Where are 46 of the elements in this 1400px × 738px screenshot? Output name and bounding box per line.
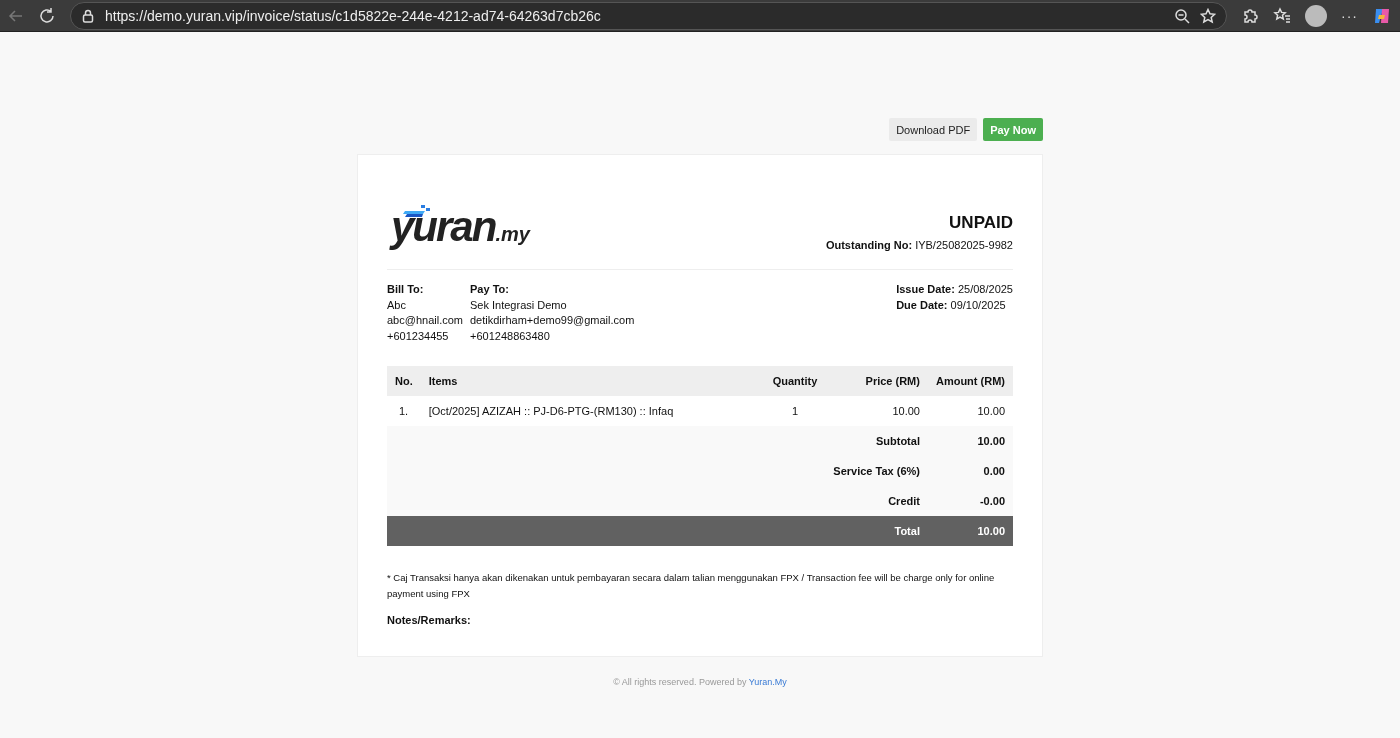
back-icon[interactable] [8,7,24,24]
table-cell: [Oct/2025] AZIZAH :: PJ-D6-PTG-(RM130) :: Infaq [420,396,765,426]
bill-to-label: Bill To: [387,282,425,297]
total-label: Total [825,516,928,546]
contact-line: abc@hnail.com [387,313,464,328]
table-cell: 10.00 [825,396,928,426]
puzzle-icon[interactable] [1241,6,1259,25]
date-line: Due Date: 09/10/2025 [896,297,1007,313]
contact-line: +601248863480 [470,328,551,344]
favorites-icon[interactable] [1273,6,1291,25]
column-header: Price (RM) [825,366,928,396]
powered-by-link[interactable]: Yuran.My [748,677,787,687]
star-icon[interactable] [1200,7,1216,24]
table-cell: 10.00 [927,396,1013,426]
column-header: Quantity [764,366,826,396]
logo: yuran.my [388,203,530,251]
pay-to-label: Pay To: [470,282,510,297]
logo-mark-icon [403,205,431,217]
status-label: UNPAID [948,213,1013,233]
contact-line: +601234455 [387,328,450,344]
contact-line: detikdirham+demo99@gmail.com [470,313,635,328]
more-menu[interactable]: ··· [1341,7,1358,24]
contact-line: Abc [387,297,407,313]
contact-line: Sek Integrasi Demo [470,297,568,313]
summary-label: Subtotal [825,426,928,456]
table-cell: 1. [387,396,421,426]
lock-icon [81,8,95,23]
column-header: Amount (RM) [927,366,1013,396]
reload-icon[interactable] [38,6,56,25]
summary-label: Service Tax (6%) [825,456,928,486]
table-cell: 1 [764,396,826,426]
summary-value: 0.00 [927,456,1013,486]
summary-value: -0.00 [927,486,1013,516]
zoom-out-icon[interactable] [1174,7,1190,24]
remarks-label: Notes/Remarks: [387,614,472,626]
column-header: Items [420,366,765,396]
date-line: Issue Date: 25/08/2025 [896,282,1013,297]
download-button[interactable]: Download PDF [889,118,978,141]
summary-value: 10.00 [927,426,1013,456]
outstanding-number: Outstanding No: IYB/25082025-9982 [825,239,1013,251]
column-header: No. [387,366,421,396]
profile-avatar[interactable] [1305,4,1327,27]
summary-label: Credit [825,486,928,516]
total-value: 10.00 [927,516,1013,546]
fee-note: * Caj Transaksi hanya akan dikenakan untuk pembayaran secara dalam talian menggunakan FPX / Transaction fee will be charge only for online payment using FPX [387,571,996,601]
copyright-text: © All rights reserved. Powered by [613,677,748,687]
